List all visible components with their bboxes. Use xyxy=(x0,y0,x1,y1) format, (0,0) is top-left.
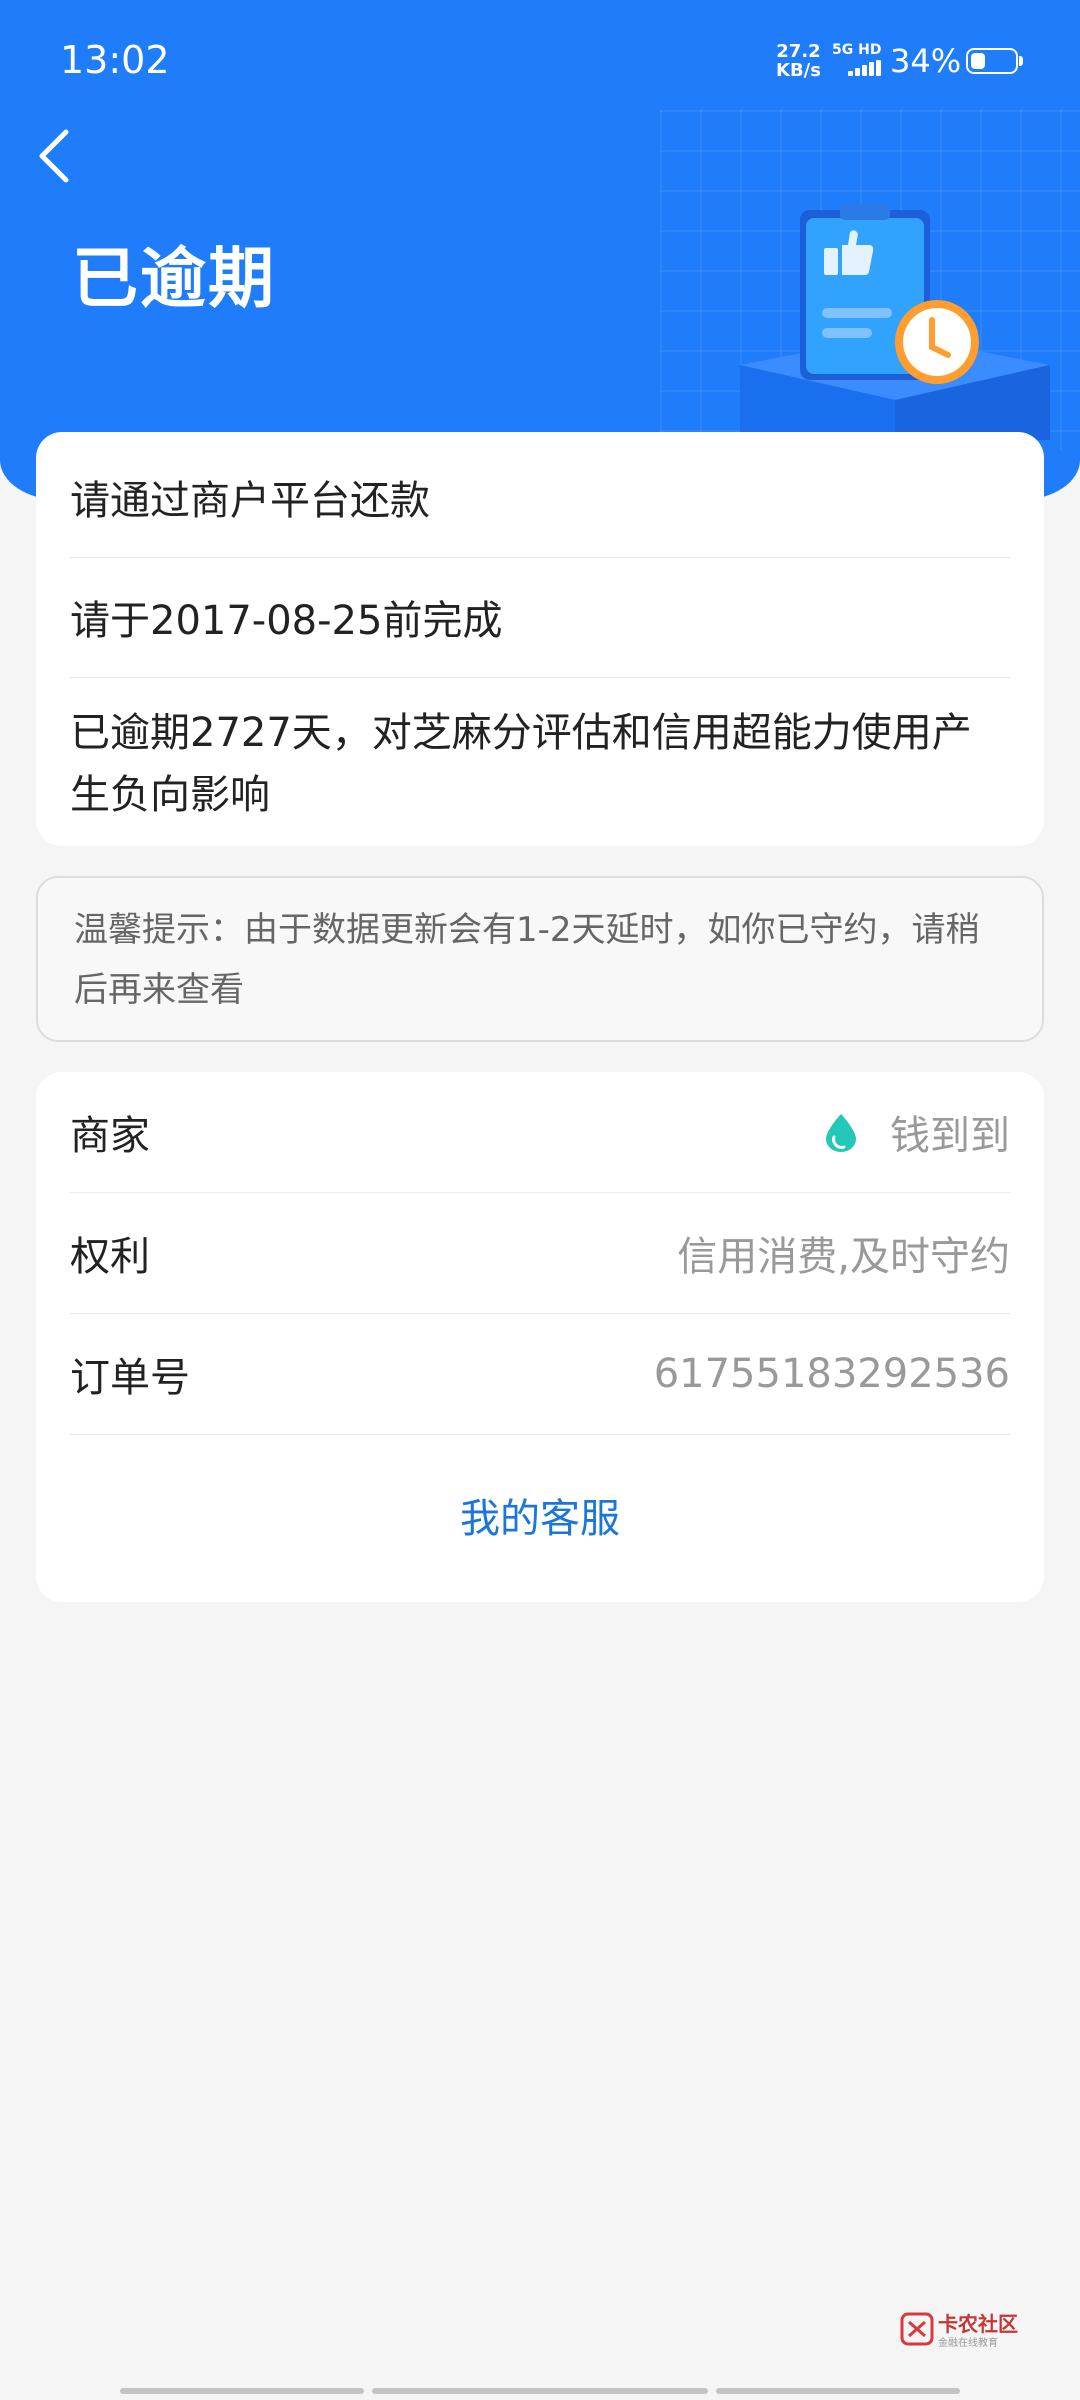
battery-tip xyxy=(1019,56,1023,66)
nav-indicator-left xyxy=(120,2388,364,2394)
order-number-row: 订单号 61755183292536 xyxy=(70,1314,1010,1435)
customer-service-link[interactable]: 我的客服 xyxy=(70,1435,1010,1595)
rights-label: 权利 xyxy=(70,1234,150,1280)
network-speed-unit: KB/s xyxy=(776,60,821,81)
chevron-left-icon xyxy=(39,129,69,183)
order-number-label: 订单号 xyxy=(70,1355,190,1401)
merchant-value-group: 钱到到 xyxy=(822,1103,1010,1161)
page-title: 已逾期 xyxy=(72,240,276,317)
back-button[interactable] xyxy=(28,120,88,190)
nav-indicator-right xyxy=(716,2388,960,2394)
overdue-impact-text: 已逾期2727天，对芝麻分评估和信用超能力使用产生负向影响 xyxy=(70,710,972,818)
water-drop-icon xyxy=(826,1114,856,1152)
merchant-value: 钱到到 xyxy=(890,1113,1010,1159)
nav-indicator-center xyxy=(372,2388,708,2394)
kanong-logo-icon xyxy=(900,2312,934,2346)
status-time: 13:02 xyxy=(60,38,170,82)
battery-percent: 34% xyxy=(890,42,962,80)
network-type: 5G HD xyxy=(832,42,882,58)
overdue-status-card: 请通过商户平台还款 请于2017-08-25前完成 已逾期2727天，对芝麻分评… xyxy=(36,432,1044,846)
battery-icon xyxy=(966,48,1018,74)
due-date-text: 请于2017-08-25前完成 xyxy=(70,558,1010,678)
merchant-row: 商家 钱到到 xyxy=(70,1072,1010,1193)
battery-level xyxy=(971,53,985,69)
repay-instruction: 请通过商户平台还款 xyxy=(70,432,1010,558)
overdue-clipboard-illustration xyxy=(740,204,1050,440)
watermark-subtext: 金融在线教育 xyxy=(938,2338,998,2349)
header-banner: 13:02 27.2 KB/s 5G HD 34% 已逾期 xyxy=(0,0,1080,500)
order-info-card: 商家 钱到到 权利 信用消费,及时守约 订单号 61755183292536 我… xyxy=(36,1072,1044,1602)
warm-tip: 温馨提示：由于数据更新会有1-2天延时，如你已守约，请稍后再来查看 xyxy=(36,876,1044,1042)
rights-value: 信用消费,及时守约 xyxy=(677,1234,1010,1280)
network-speed: 27.2 KB/s xyxy=(776,42,821,80)
watermark-text: 卡农社区 xyxy=(938,2312,1018,2336)
network-speed-value: 27.2 xyxy=(776,41,821,62)
signal-icon xyxy=(848,60,882,76)
rights-row: 权利 信用消费,及时守约 xyxy=(70,1193,1010,1314)
status-bar: 13:02 27.2 KB/s 5G HD 34% xyxy=(0,0,1080,120)
order-number-value: 61755183292536 xyxy=(653,1351,1010,1397)
kanong-watermark: 卡农社区 金融在线教育 xyxy=(900,2308,1030,2352)
merchant-label: 商家 xyxy=(70,1113,150,1159)
